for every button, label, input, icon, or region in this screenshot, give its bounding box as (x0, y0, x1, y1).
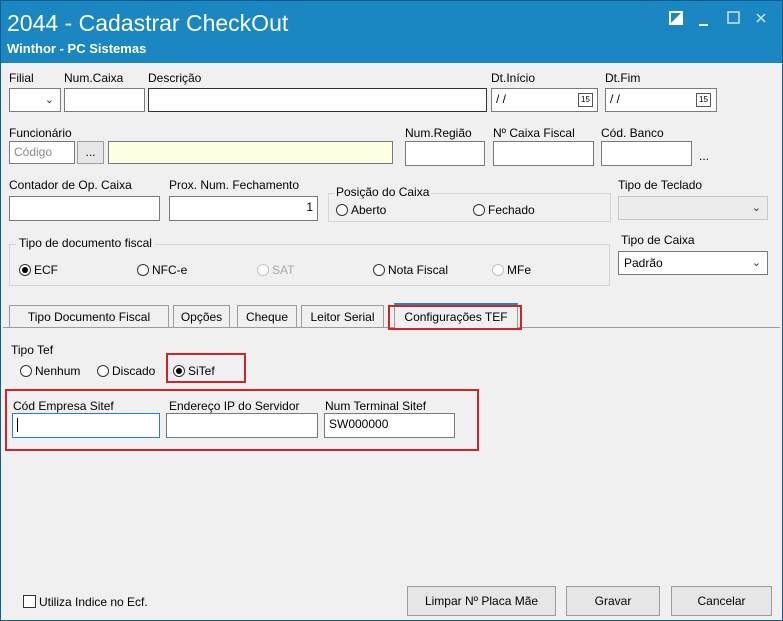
radio-nfce-label: NFC-e (152, 263, 188, 277)
cod-banco-lookup[interactable]: ... (699, 149, 709, 163)
radio-discado-label: Discado (112, 364, 156, 378)
radio-circle (137, 264, 149, 276)
num-regiao-input[interactable] (405, 141, 485, 166)
gravar-button[interactable]: Gravar (566, 586, 660, 616)
tipo-caixa-select[interactable]: Padrão ⌄ (618, 251, 768, 275)
radio-sat-label: SAT (272, 263, 295, 277)
tipo-caixa-label: Tipo de Caixa (621, 233, 695, 247)
cancelar-button[interactable]: Cancelar (671, 586, 772, 616)
cod-banco-input[interactable] (601, 141, 692, 166)
prox-num-value: 1 (306, 200, 313, 214)
radio-mfe[interactable]: MFe (492, 263, 531, 277)
radio-sat[interactable]: SAT (257, 263, 294, 277)
calendar-icon[interactable]: 15 (578, 93, 593, 107)
posicao-label: Posição do Caixa (334, 185, 432, 199)
dt-fim-label: Dt.Fim (605, 71, 641, 85)
funcionario-label: Funcionário (9, 126, 72, 140)
radio-circle (19, 264, 31, 276)
radio-circle (97, 365, 109, 377)
radio-ecf[interactable]: ECF (19, 263, 58, 277)
filial-select[interactable]: ⌄ (9, 88, 61, 112)
lookup-button[interactable]: ... (77, 141, 104, 164)
radio-nfce[interactable]: NFC-e (137, 263, 187, 277)
radio-circle (257, 264, 269, 276)
radio-aberto-label: Aberto (351, 203, 387, 217)
highlight-box-sitef (166, 353, 246, 383)
radio-aberto[interactable]: Aberto (336, 203, 386, 217)
num-caixa-label: Num.Caixa (64, 71, 124, 85)
tab-tipo-documento-fiscal[interactable]: Tipo Documento Fiscal (9, 305, 169, 327)
highlight-box-fields (5, 389, 479, 451)
radio-circle (492, 264, 504, 276)
funcionario-name-input[interactable] (108, 141, 393, 164)
num-caixa-fiscal-input[interactable] (493, 141, 594, 166)
num-caixa-input[interactable] (64, 88, 145, 112)
radio-fechado[interactable]: Fechado (473, 203, 535, 217)
utiliza-indice-label: Utiliza Indice no Ecf. (39, 595, 148, 609)
contador-label: Contador de Op. Caixa (9, 178, 132, 192)
title-bar: 2044 - Cadastrar CheckOut Winthor - PC S… (1, 1, 782, 63)
radio-nota-fiscal[interactable]: Nota Fiscal (373, 263, 448, 277)
radio-nenhum-label: Nenhum (35, 364, 81, 378)
dt-inicio-value: / / (496, 92, 507, 106)
radio-ecf-label: ECF (34, 263, 58, 277)
dt-fim-value: / / (610, 92, 621, 106)
cod-banco-label: Cód. Banco (601, 126, 664, 140)
highlight-box-tab (388, 305, 522, 330)
utiliza-indice-checkbox[interactable] (23, 595, 36, 608)
calendar-icon[interactable]: 15 (696, 93, 711, 107)
tab-cheque[interactable]: Cheque (237, 305, 297, 327)
radio-circle (336, 204, 348, 216)
tipo-teclado-label: Tipo de Teclado (618, 178, 703, 192)
radio-discado[interactable]: Discado (97, 364, 155, 378)
filial-label: Filial (9, 71, 34, 85)
chevron-down-icon: ⌄ (44, 94, 54, 106)
codigo-placeholder: Código (14, 145, 53, 159)
num-caixa-fiscal-label: Nº Caixa Fiscal (493, 126, 575, 140)
radio-circle (373, 264, 385, 276)
radio-nota-fiscal-label: Nota Fiscal (388, 263, 449, 277)
chevron-down-icon: ⌄ (751, 202, 761, 214)
window-subtitle: Winthor - PC Sistemas (7, 41, 147, 56)
codigo-input[interactable]: Código (9, 141, 75, 164)
limpar-placa-button[interactable]: Limpar Nº Placa Mãe (407, 586, 556, 616)
minimize-icon[interactable] (698, 15, 710, 33)
radio-circle (20, 365, 32, 377)
restore-icon[interactable] (669, 11, 683, 30)
descricao-label: Descrição (148, 71, 202, 85)
tipo-caixa-value: Padrão (624, 256, 663, 270)
radio-fechado-label: Fechado (488, 203, 535, 217)
checkout-window: 2044 - Cadastrar CheckOut Winthor - PC S… (0, 0, 783, 621)
tab-leitor-serial[interactable]: Leitor Serial (301, 305, 384, 327)
window-title: 2044 - Cadastrar CheckOut (7, 10, 289, 36)
radio-circle (473, 204, 485, 216)
close-icon[interactable] (755, 11, 767, 29)
radio-mfe-label: MFe (507, 263, 531, 277)
maximize-icon[interactable] (727, 11, 740, 29)
num-regiao-label: Num.Região (405, 126, 472, 140)
tab-opcoes[interactable]: Opções (173, 305, 230, 327)
descricao-input[interactable] (148, 88, 487, 112)
tipo-teclado-select[interactable]: ⌄ (618, 196, 768, 220)
dt-inicio-label: Dt.Início (491, 71, 536, 85)
prox-num-label: Prox. Num. Fechamento (169, 178, 300, 192)
chevron-down-icon: ⌄ (751, 257, 761, 269)
contador-input[interactable] (9, 196, 160, 221)
tipo-doc-label: Tipo de documento fiscal (16, 236, 155, 250)
radio-nenhum[interactable]: Nenhum (20, 364, 80, 378)
prox-num-input[interactable]: 1 (169, 196, 318, 221)
